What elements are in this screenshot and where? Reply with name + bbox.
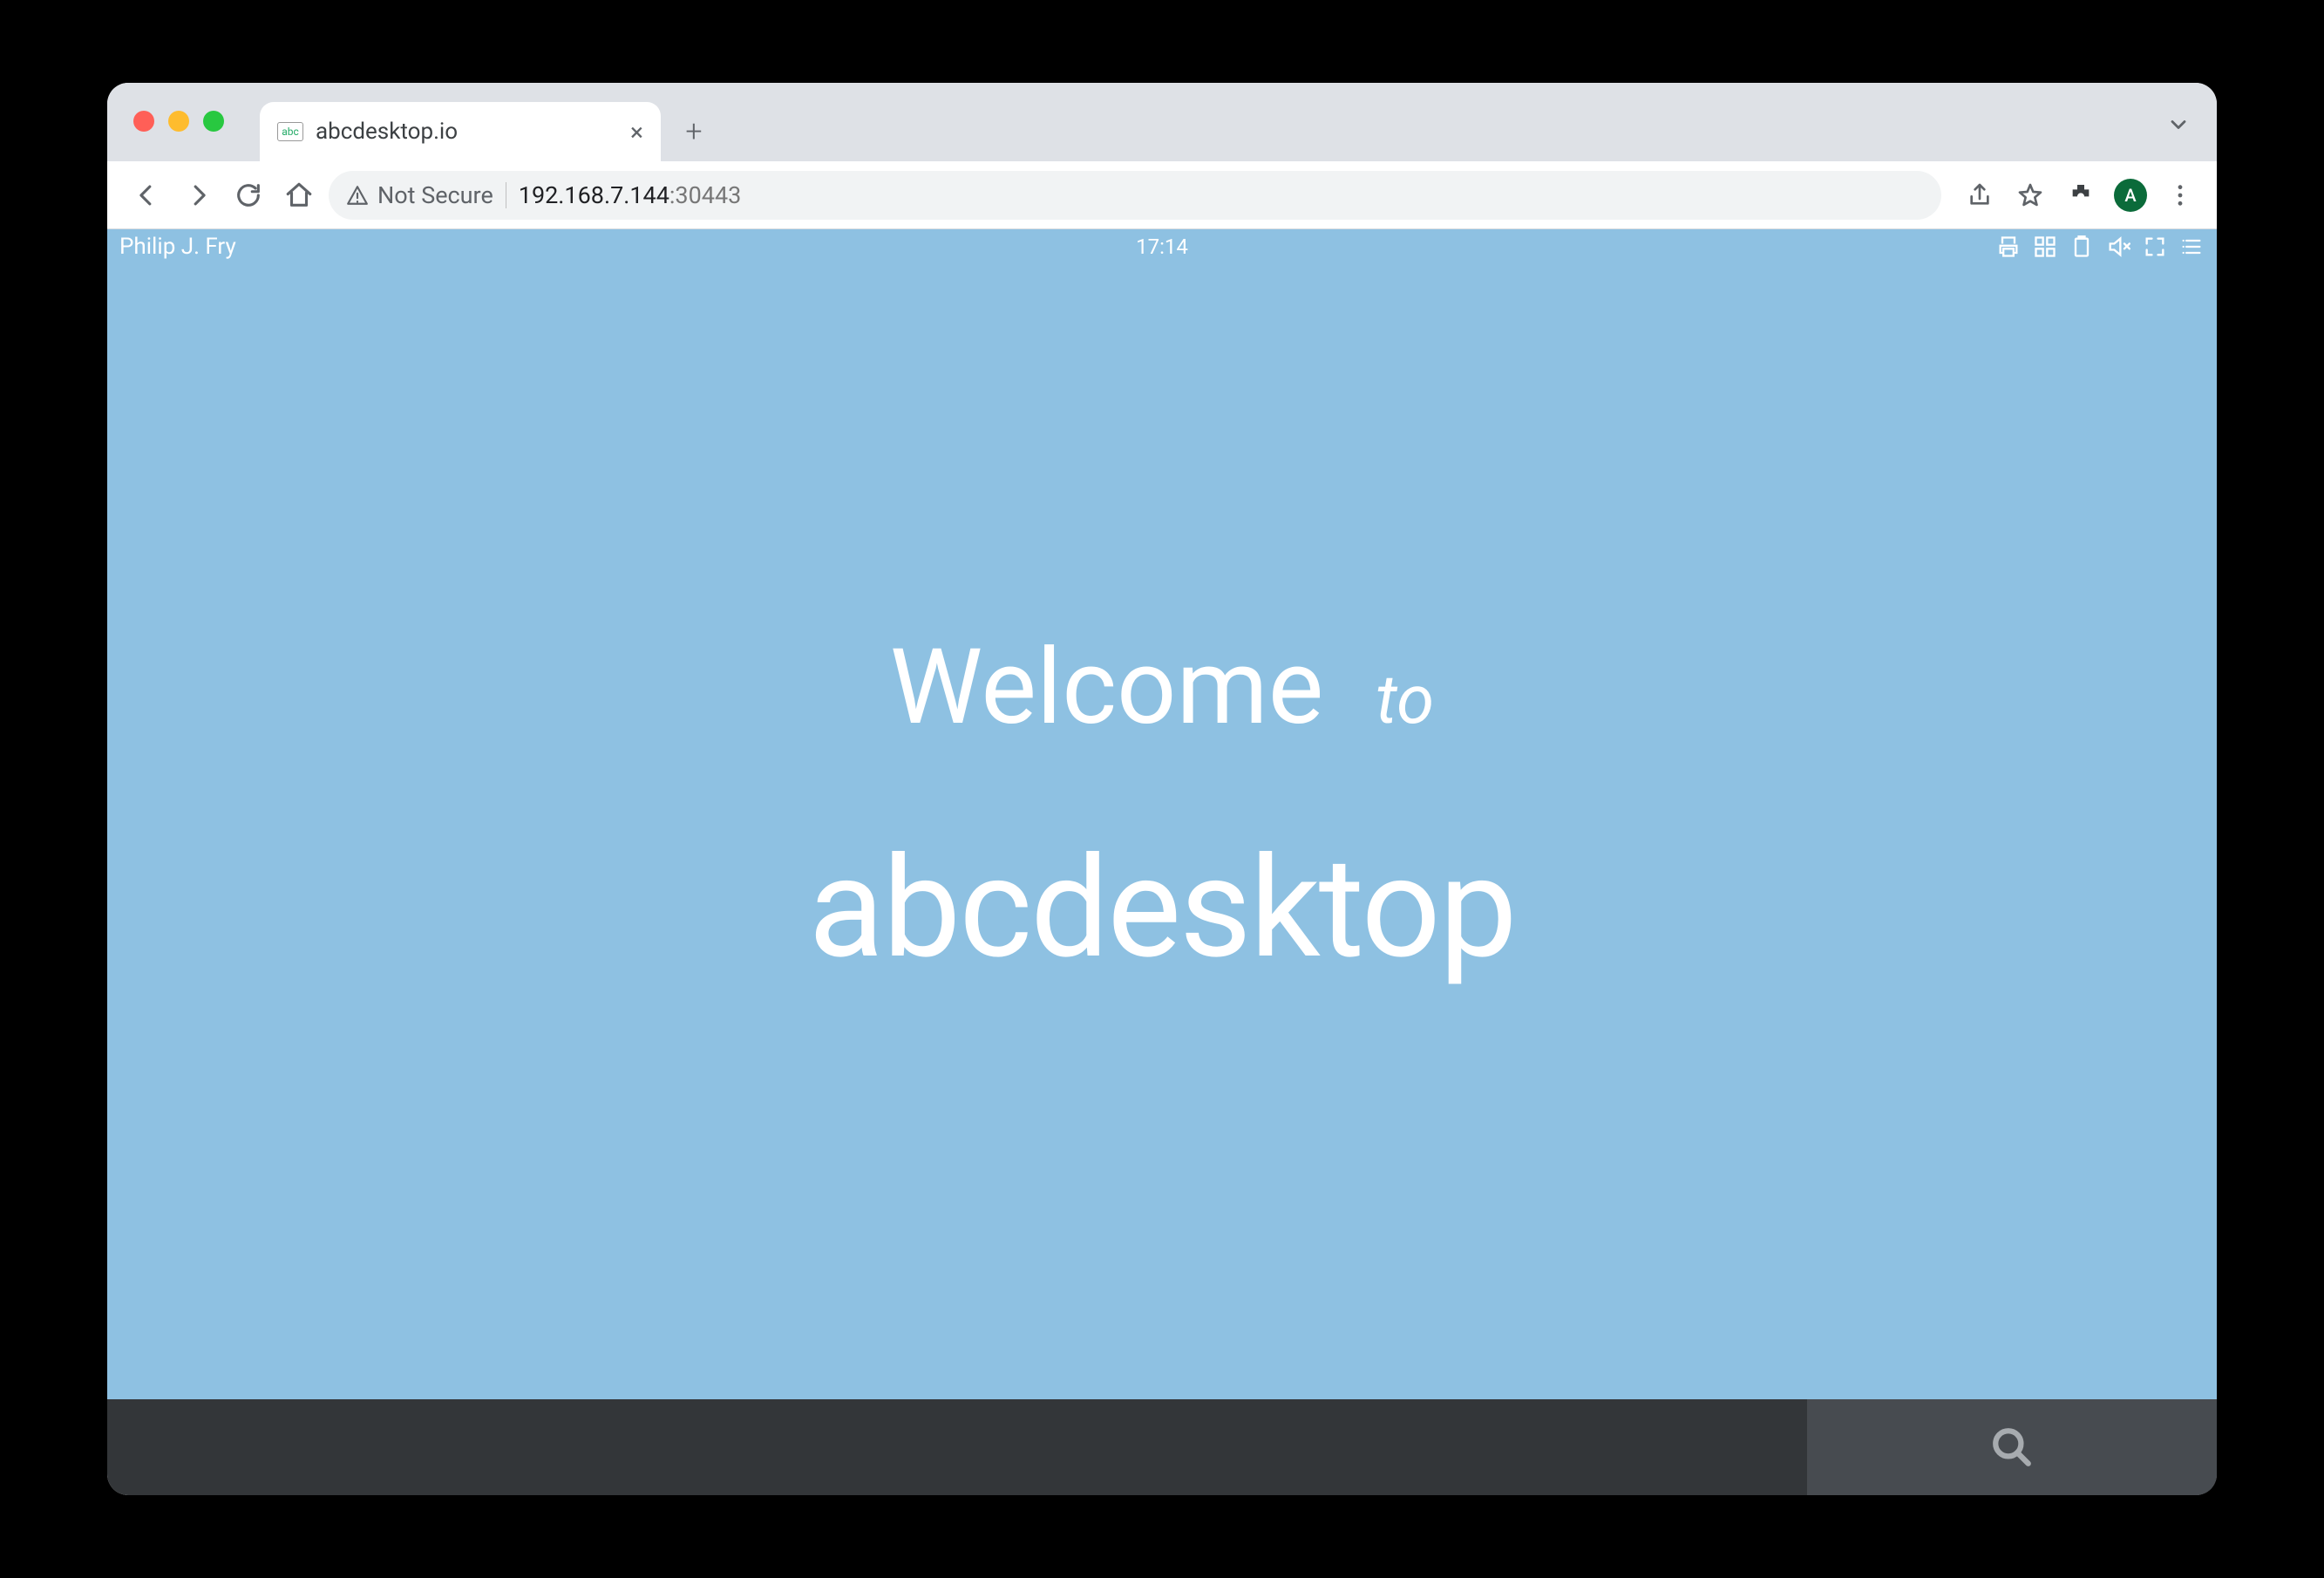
minimize-window-button[interactable]: [168, 111, 189, 132]
reload-button[interactable]: [228, 174, 269, 216]
desktop-dock: [107, 1399, 2217, 1495]
list-menu-icon[interactable]: [2178, 234, 2205, 260]
address-bar[interactable]: Not Secure 192.168.7.144:30443: [329, 171, 1941, 220]
window-controls: [133, 111, 224, 132]
clipboard-icon[interactable]: [2069, 234, 2095, 260]
tab-strip: abc abcdesktop.io × +: [107, 83, 2217, 161]
volume-mute-icon[interactable]: [2105, 234, 2131, 260]
share-button[interactable]: [1962, 178, 1997, 213]
tab-overflow-button[interactable]: [2166, 112, 2191, 140]
welcome-to: to: [1376, 661, 1434, 740]
forward-button[interactable]: [177, 174, 219, 216]
avatar-initial: A: [2124, 185, 2136, 206]
welcome-appname: abcdesktop: [107, 827, 2217, 990]
browser-tab[interactable]: abc abcdesktop.io ×: [260, 102, 661, 161]
browser-toolbar: Not Secure 192.168.7.144:30443 A: [107, 161, 2217, 229]
favicon-icon: abc: [277, 122, 303, 141]
browser-window: abc abcdesktop.io × + Not Secure: [107, 83, 2217, 1495]
not-secure-label: Not Secure: [377, 181, 493, 209]
url-text: 192.168.7.144:30443: [519, 181, 742, 209]
search-icon: [1990, 1425, 2034, 1469]
url-host: 192.168.7.144: [519, 181, 669, 209]
tab-close-button[interactable]: ×: [630, 118, 643, 146]
desktop-tray: [1995, 234, 2205, 260]
bookmark-button[interactable]: [2013, 178, 2048, 213]
tab-title: abcdesktop.io: [316, 119, 618, 145]
print-icon[interactable]: [1995, 234, 2022, 260]
new-tab-button[interactable]: +: [669, 107, 718, 156]
toolbar-right: A: [1962, 178, 2198, 213]
menu-button[interactable]: [2163, 178, 2198, 213]
desktop-clock: 17:14: [1136, 235, 1188, 259]
desktop-username[interactable]: Philip J. Fry: [119, 234, 236, 260]
page-content: Philip J. Fry 17:14: [107, 229, 2217, 1495]
url-port: :30443: [669, 181, 741, 209]
desktop-top-bar: Philip J. Fry 17:14: [107, 229, 2217, 264]
fullscreen-icon[interactable]: [2142, 234, 2168, 260]
virtual-desktop[interactable]: Philip J. Fry 17:14: [107, 229, 2217, 1399]
security-indicator[interactable]: Not Secure: [346, 181, 493, 209]
profile-avatar[interactable]: A: [2114, 179, 2147, 212]
maximize-window-button[interactable]: [203, 111, 224, 132]
back-button[interactable]: [126, 174, 168, 216]
apps-icon[interactable]: [2032, 234, 2058, 260]
home-button[interactable]: [278, 174, 320, 216]
dock-search-button[interactable]: [1807, 1399, 2217, 1495]
welcome-line-1: Welcome to: [107, 627, 2217, 749]
welcome-splash: Welcome to abcdesktop: [107, 627, 2217, 990]
welcome-word: Welcome: [890, 627, 1324, 749]
close-window-button[interactable]: [133, 111, 154, 132]
extensions-button[interactable]: [2063, 178, 2098, 213]
